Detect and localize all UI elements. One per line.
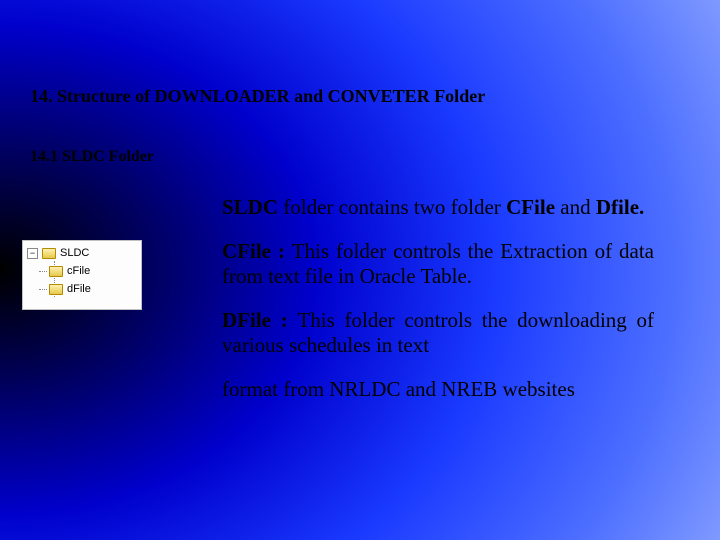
tree-root-label: SLDC (60, 247, 89, 259)
paragraph-dfile: DFile : This folder controls the downloa… (222, 308, 654, 359)
tree-child-label: dFile (67, 283, 91, 295)
tree-child-row: cFile (49, 262, 137, 280)
tree-root-row: − SLDC (27, 244, 137, 262)
folder-icon (49, 266, 63, 277)
paragraph-intro: SLDC folder contains two folder CFile an… (222, 195, 654, 221)
section-heading: 14. Structure of DOWNLOADER and CONVETER… (30, 86, 485, 107)
tree-child-label: cFile (67, 265, 90, 277)
tree-child-row: dFile (49, 280, 137, 298)
paragraph-dfile-cont: format from NRLDC and NREB websites (222, 377, 654, 403)
body-text: SLDC folder contains two folder CFile an… (222, 195, 654, 403)
subsection-heading: 14.1 SLDC Folder (30, 148, 154, 166)
tree-collapse-icon: − (27, 248, 38, 259)
folder-icon (49, 284, 63, 295)
folder-tree-image: − SLDC cFile dFile (22, 240, 142, 310)
paragraph-cfile: CFile : This folder controls the Extract… (222, 239, 654, 290)
folder-open-icon (42, 248, 56, 259)
